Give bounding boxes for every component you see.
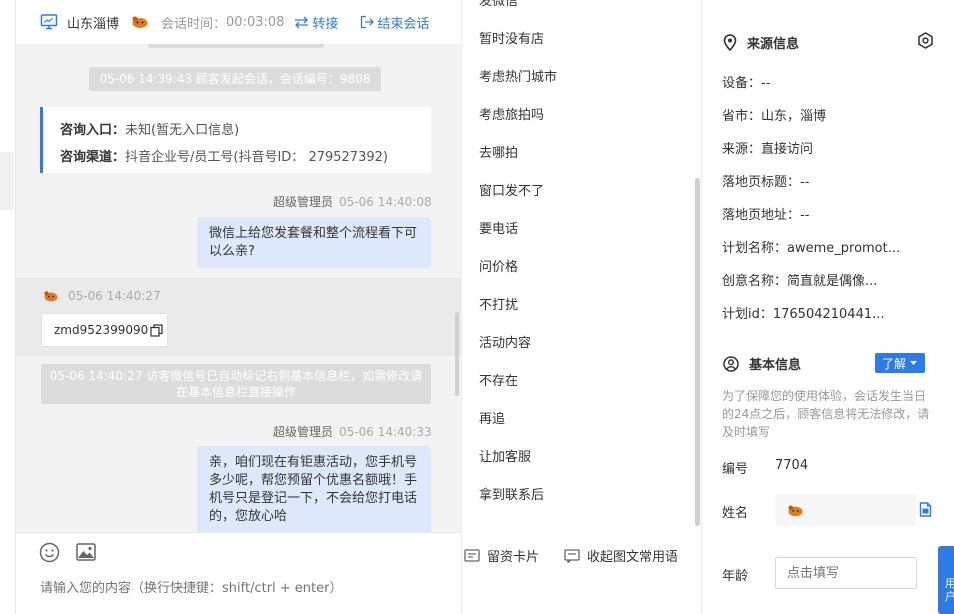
basic-info-note: 为了保障您的使用体验，会话发生当日的24点之后，顾客信息将无法修改，请及时填写 xyxy=(722,389,930,439)
id-value: 7704 xyxy=(775,458,809,473)
entry-row: 咨询入口：未知(暂无入口信息) xyxy=(60,117,431,144)
age-label: 年龄 xyxy=(722,569,749,584)
quick-phrases-panel: 发微信 暂时没有店 考虑热门城市 考虑旅拍吗 去哪拍 窗口发不了 要电话 问价格… xyxy=(461,0,702,614)
source-landing-title: 落地页标题：-- xyxy=(722,175,810,190)
settings-icon[interactable] xyxy=(917,32,934,49)
transfer-icon xyxy=(295,16,309,28)
learn-more-label: 了解 xyxy=(881,356,906,371)
phrases-scrollbar[interactable] xyxy=(695,178,700,526)
agent-message-bubble-2: 亲，咱们现在有钜惠活动，您手机号多少呢，帮您预留个优惠名额哦！手机号只是登记一下… xyxy=(197,446,431,534)
customer-message-row: 05-06 14:40:27 zmd952399090 xyxy=(16,278,462,356)
name-field[interactable] xyxy=(775,494,916,526)
wechat-id-text: zmd952399090 xyxy=(54,323,149,337)
source-device: 设备：-- xyxy=(722,76,771,91)
source-plan-name: 计划名称：aweme_promot... xyxy=(722,241,901,256)
channel-label: 咨询渠道： xyxy=(60,150,126,165)
system-message-start: 05-06 14:39:43 顾客发起会话，会话编号：9808 xyxy=(89,67,381,91)
agent-timestamp: 05-06 14:40:08 xyxy=(339,195,432,209)
phrase-item[interactable]: 让加客服 xyxy=(479,446,531,465)
phrase-item[interactable]: 考虑热门城市 xyxy=(479,66,557,85)
customer-avatar-icon xyxy=(44,291,58,302)
wechat-id-card[interactable]: zmd952399090 xyxy=(41,313,168,347)
basic-info-title: 基本信息 xyxy=(749,358,802,373)
entry-value: 未知(暂无入口信息) xyxy=(125,123,240,138)
phrase-item[interactable]: 暂时没有店 xyxy=(479,28,544,47)
session-time-label: 会话时间： xyxy=(161,16,227,32)
source-info-header: 来源信息 xyxy=(723,33,799,52)
chat-panel: 山东淄博 会话时间： 00:03:08 转接 结束会话 05-06 14:39:… xyxy=(15,0,462,614)
phrase-tools: 留资卡片 收起图文常用语 xyxy=(462,532,702,580)
floating-tab-text: 用户 xyxy=(945,577,954,603)
message-icon xyxy=(564,548,580,563)
phrase-item[interactable]: 不打扰 xyxy=(479,294,518,313)
card-icon xyxy=(464,548,480,562)
entry-info-card: 咨询入口：未知(暂无入口信息) 咨询渠道：抖音企业号/员工号(抖音号ID： 27… xyxy=(40,107,431,173)
id-label: 编号 xyxy=(722,462,749,477)
collapse-phrases-button[interactable]: 收起图文常用语 xyxy=(564,546,678,565)
source-province-city: 省市：山东，淄博 xyxy=(722,109,827,124)
floating-side-tab[interactable]: 用户 xyxy=(938,546,954,614)
monitor-icon xyxy=(40,14,58,30)
end-session-label: 结束会话 xyxy=(377,16,430,32)
collapse-phrases-label: 收起图文常用语 xyxy=(587,550,679,565)
basic-info-header: 基本信息 xyxy=(723,354,801,373)
agent-sender-2: 超级管理员 05-06 14:40:33 xyxy=(273,423,432,440)
customer-meta: 05-06 14:40:27 xyxy=(43,289,161,303)
message-composer xyxy=(16,532,462,614)
phrase-item[interactable]: 再追 xyxy=(479,408,505,427)
age-input[interactable] xyxy=(775,557,917,589)
exit-icon xyxy=(361,15,375,29)
chat-scrollbar[interactable] xyxy=(455,312,459,396)
session-time-value: 00:03:08 xyxy=(226,14,285,30)
left-edge-strip xyxy=(0,0,15,614)
visitor-city: 山东淄博 xyxy=(67,16,120,32)
phrase-item[interactable]: 窗口发不了 xyxy=(479,180,544,199)
user-circle-icon xyxy=(723,355,739,372)
channel-row: 咨询渠道：抖音企业号/员工号(抖音号ID： 279527392) xyxy=(60,144,431,171)
customer-timestamp: 05-06 14:40:27 xyxy=(68,289,161,303)
name-avatar-icon xyxy=(788,505,803,516)
phrase-item[interactable]: 拿到联系后 xyxy=(479,484,544,503)
left-edge-tab[interactable] xyxy=(0,152,14,210)
phrase-item[interactable]: 问价格 xyxy=(479,256,518,275)
end-session-button[interactable]: 结束会话 xyxy=(360,13,429,32)
agent-name: 超级管理员 xyxy=(273,425,334,439)
lead-card-label: 留资卡片 xyxy=(487,550,540,565)
source-creative-name: 创意名称：简直就是偶像... xyxy=(722,274,878,289)
source-landing-url: 落地页地址：-- xyxy=(722,208,810,223)
channel-value: 抖音企业号/员工号(抖音号ID： 279527392) xyxy=(125,150,388,165)
info-panel: 来源信息 设备：-- 省市：山东，淄博 来源：直接访问 落地页标题：-- 落地页… xyxy=(703,0,954,614)
visitor-avatar-icon xyxy=(132,16,148,28)
source-channel: 来源：直接访问 xyxy=(722,142,814,157)
source-info-title: 来源信息 xyxy=(747,37,800,52)
source-plan-id: 计划id：176504210441... xyxy=(722,307,885,322)
phrase-item[interactable]: 去哪拍 xyxy=(479,142,518,161)
app-root: 山东淄博 会话时间： 00:03:08 转接 结束会话 05-06 14:39:… xyxy=(0,0,954,614)
copy-icon[interactable] xyxy=(150,323,163,337)
agent-name: 超级管理员 xyxy=(273,195,334,209)
transfer-label: 转接 xyxy=(312,16,339,32)
phrase-item[interactable]: 活动内容 xyxy=(479,332,531,351)
phrase-item[interactable]: 考虑旅拍吗 xyxy=(479,104,544,123)
system-message-note: 05-06 14:40:27 访客微信号已自动标记右侧基本信息栏，如需修改请在基… xyxy=(41,364,431,404)
entry-label: 咨询入口： xyxy=(60,123,126,138)
agent-message-bubble-1: 微信上给您发套餐和整个流程看下可以么亲? xyxy=(197,217,431,268)
lead-card-button[interactable]: 留资卡片 xyxy=(464,546,539,565)
phrase-item[interactable]: 不存在 xyxy=(479,370,518,389)
emoji-icon[interactable] xyxy=(39,542,60,563)
previous-message-edge xyxy=(148,44,324,48)
message-input[interactable] xyxy=(40,581,440,596)
agent-timestamp: 05-06 14:40:33 xyxy=(339,425,432,439)
transfer-button[interactable]: 转接 xyxy=(294,13,338,32)
phrase-item[interactable]: 要电话 xyxy=(479,218,518,237)
learn-more-dropdown[interactable]: 了解 xyxy=(875,353,925,373)
document-icon[interactable] xyxy=(919,502,932,517)
agent-sender-1: 超级管理员 05-06 14:40:08 xyxy=(273,193,432,210)
image-upload-icon[interactable] xyxy=(76,543,96,561)
phrase-item-partial[interactable]: 发微信 xyxy=(479,0,518,9)
name-label: 姓名 xyxy=(722,506,749,521)
chat-header: 山东淄博 会话时间： 00:03:08 转接 结束会话 xyxy=(16,0,462,44)
caret-down-icon xyxy=(910,361,917,365)
location-pin-icon xyxy=(723,34,737,51)
